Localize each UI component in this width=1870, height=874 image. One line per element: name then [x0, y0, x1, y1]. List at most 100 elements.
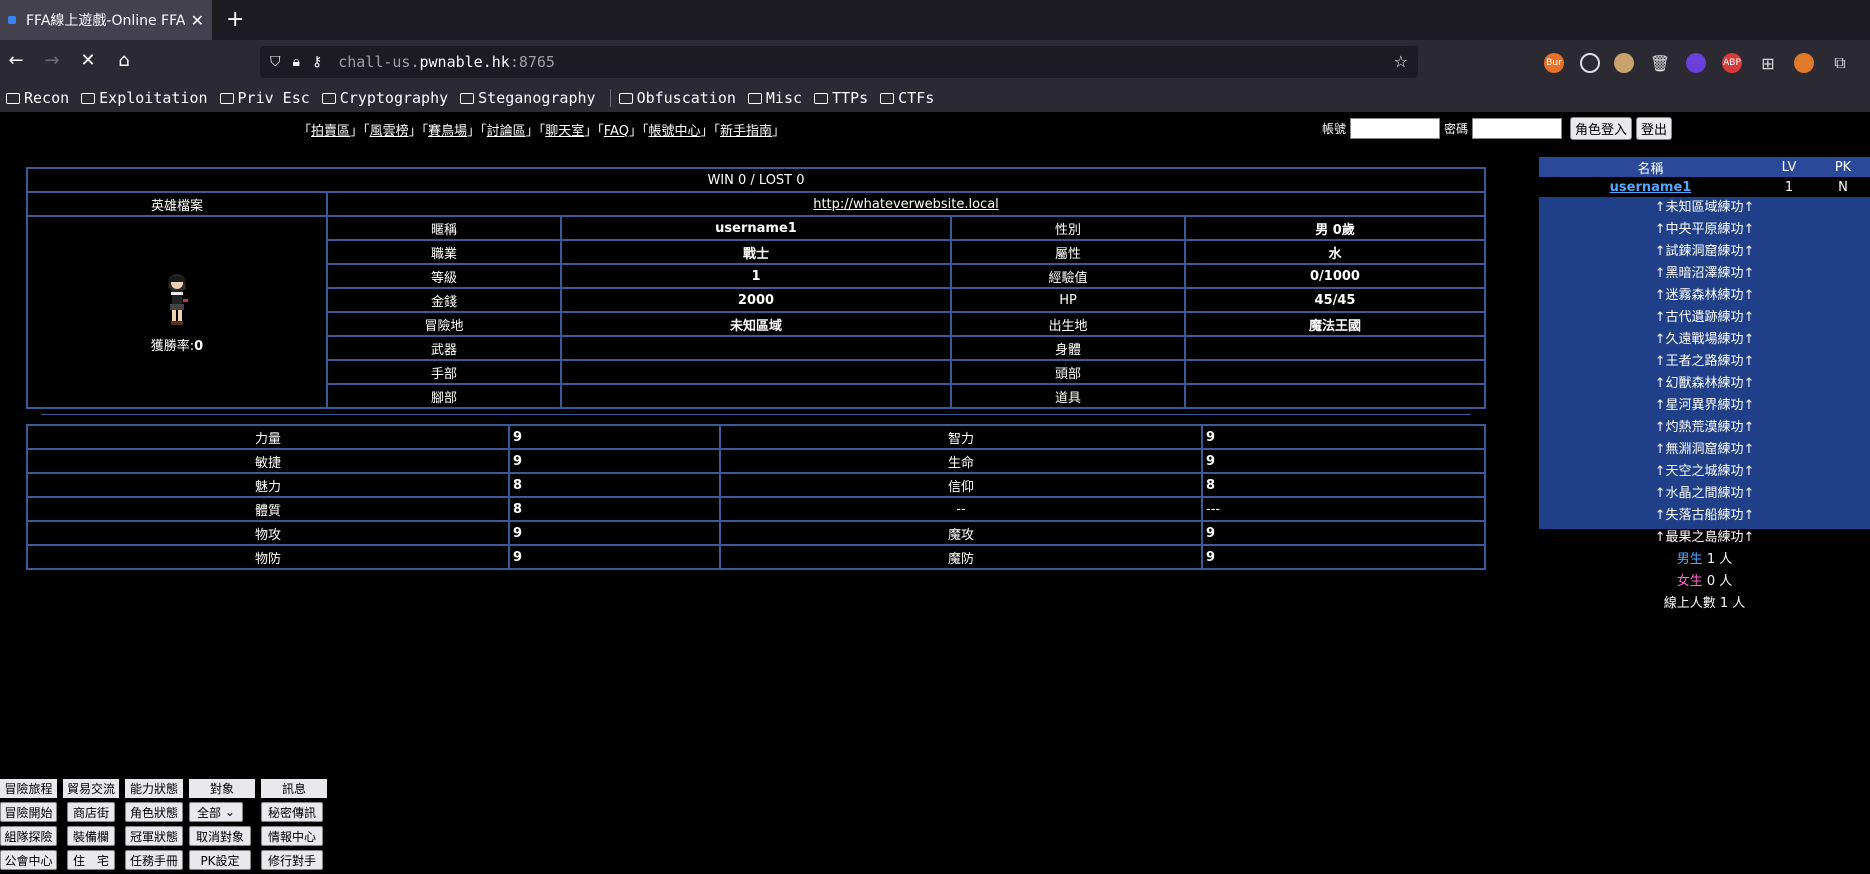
area-item[interactable]: ↑水晶之間練功↑ — [1539, 483, 1870, 505]
stat-label: 職業 — [326, 239, 562, 265]
attribute-label: 力量 — [26, 424, 510, 450]
win-rate-value: 0 — [194, 338, 204, 354]
stop-loading-icon[interactable]: ✕ — [76, 50, 100, 72]
url-text[interactable]: chall-us.pwnable.hk:8765 — [338, 53, 555, 71]
area-item[interactable]: ↑失落古船練功↑ — [1539, 505, 1870, 527]
forward-icon[interactable]: → — [40, 50, 64, 72]
start-adventure-button[interactable]: 冒險開始 — [0, 802, 57, 822]
home-icon[interactable]: ⌂ — [112, 50, 136, 72]
nav-link-account-center[interactable]: 帳號中心 — [648, 124, 700, 139]
bookmark-folder[interactable]: Cryptography — [321, 89, 448, 107]
avatar-cell: 獲勝率:0 — [26, 215, 328, 409]
tab-title: FFA線上遊戲-Online FFA — [26, 13, 185, 29]
trash-extension-icon[interactable]: 🗑︎ — [1650, 53, 1670, 73]
bookmark-folder[interactable]: Recon — [6, 89, 69, 107]
bookmark-folder[interactable]: Steganography — [460, 89, 596, 107]
stat-label: 暱稱 — [326, 215, 562, 241]
area-item[interactable]: ↑天空之城練功↑ — [1539, 461, 1870, 483]
bookmark-folder[interactable]: CTFs — [880, 89, 934, 107]
area-item[interactable]: ↑中央平原練功↑ — [1539, 219, 1870, 241]
nav-link-beginner-guide[interactable]: 新手指南 — [720, 124, 772, 139]
owl-extension-icon[interactable] — [1614, 53, 1634, 73]
shop-street-button[interactable]: 商店街 — [67, 802, 115, 822]
fox-extension-icon[interactable] — [1794, 53, 1814, 73]
cookie-extension-icon[interactable] — [1580, 53, 1600, 73]
bookmark-folder[interactable]: TTPs — [814, 89, 868, 107]
nav-link-chat[interactable]: 聊天室 — [545, 124, 584, 139]
cancel-target-button[interactable]: 取消對象 — [189, 826, 251, 846]
area-item[interactable]: ↑試鍊洞窟練功↑ — [1539, 241, 1870, 263]
nav-link-auction[interactable]: 拍賣區 — [311, 124, 350, 139]
folder-icon — [219, 92, 234, 104]
nav-link-bird-race[interactable]: 賽鳥場 — [428, 124, 467, 139]
info-center-button[interactable]: 情報中心 — [261, 826, 323, 846]
character-login-button[interactable]: 角色登入 — [1570, 117, 1633, 140]
attribute-value: --- — [1201, 496, 1486, 522]
browser-tab[interactable]: FFA線上遊戲-Online FFA ✕ — [0, 0, 212, 40]
nav-link-ranking[interactable]: 風雲榜 — [370, 124, 409, 139]
target-select[interactable]: 全部 ⌄ — [189, 802, 243, 822]
bookmark-folder[interactable]: Priv Esc — [219, 89, 310, 107]
stat-label: 道具 — [950, 383, 1186, 409]
bookmark-folder[interactable]: Obfuscation — [618, 89, 736, 107]
gem-extension-icon[interactable] — [1686, 53, 1706, 73]
pk-settings-button[interactable]: PK設定 — [189, 850, 251, 870]
attribute-label: 物防 — [26, 544, 510, 570]
puzzle-icon[interactable]: ⧉ — [1830, 53, 1850, 73]
area-item[interactable]: ↑星河異界練功↑ — [1539, 395, 1870, 417]
attribute-value: 8 — [508, 496, 721, 522]
attribute-label: 魔攻 — [719, 520, 1203, 546]
back-icon[interactable]: ← — [4, 50, 28, 72]
character-status-button[interactable]: 角色狀態 — [125, 802, 183, 822]
secret-message-button[interactable]: 秘密傳訊 — [261, 802, 323, 822]
party-adventure-button[interactable]: 組隊探險 — [0, 826, 57, 846]
new-tab-icon[interactable]: + — [226, 8, 244, 32]
bookmark-star-icon[interactable]: ☆ — [1394, 52, 1408, 71]
area-item[interactable]: ↑古代遺跡練功↑ — [1539, 307, 1870, 329]
area-item[interactable]: ↑黑暗沼澤練功↑ — [1539, 263, 1870, 285]
training-opponent-button[interactable]: 修行對手 — [261, 850, 323, 870]
stat-value: 水 — [1184, 239, 1486, 265]
area-item[interactable]: ↑最果之島練功↑ — [1539, 527, 1870, 549]
area-item[interactable]: ↑幻獸森林練功↑ — [1539, 373, 1870, 395]
stat-value — [1184, 335, 1486, 361]
website-link[interactable]: http://whateverwebsite.local — [813, 197, 999, 212]
attribute-label: 物攻 — [26, 520, 510, 546]
adblock-extension-icon[interactable]: ABP — [1722, 53, 1742, 73]
bookmark-folder[interactable]: Misc — [747, 89, 802, 107]
menu-header-message: 訊息 — [261, 779, 327, 798]
account-input[interactable] — [1350, 118, 1441, 139]
player-name-link[interactable]: username1 — [1610, 180, 1692, 195]
area-item[interactable]: ↑久遠戰場練功↑ — [1539, 329, 1870, 351]
nav-link-forum[interactable]: 討論區 — [487, 124, 526, 139]
folder-icon — [81, 92, 96, 104]
shield-icon[interactable]: ⛉ — [270, 54, 281, 70]
address-bar[interactable]: ⛉ 🔒︎ ⚷ chall-us.pwnable.hk:8765 ☆ — [260, 46, 1418, 78]
close-tab-icon[interactable]: ✕ — [191, 11, 204, 30]
password-input[interactable] — [1472, 118, 1563, 139]
nav-link-faq[interactable]: FAQ — [604, 124, 629, 139]
stat-value — [560, 335, 952, 361]
champion-status-button[interactable]: 冠軍狀態 — [125, 826, 183, 846]
equipment-button[interactable]: 裝備欄 — [67, 826, 115, 846]
attribute-label: 體質 — [26, 496, 510, 522]
area-item[interactable]: ↑未知區域練功↑ — [1539, 197, 1870, 219]
stat-value: 魔法王國 — [1184, 311, 1486, 337]
stat-label: 等級 — [326, 263, 562, 289]
bookmark-folder[interactable]: Exploitation — [81, 89, 208, 107]
logout-button[interactable]: 登出 — [1636, 117, 1673, 140]
extensions-icon[interactable]: ⊞ — [1758, 53, 1778, 73]
area-item[interactable]: ↑無淵洞窟練功↑ — [1539, 439, 1870, 461]
quest-manual-button[interactable]: 任務手冊 — [125, 850, 183, 870]
attribute-value: 9 — [508, 520, 721, 546]
burp-extension-icon[interactable]: Bur — [1544, 53, 1564, 73]
residence-button[interactable]: 住 宅 — [67, 850, 115, 870]
guild-center-button[interactable]: 公會中心 — [0, 850, 57, 870]
key-icon[interactable]: ⚷ — [312, 54, 322, 70]
area-item[interactable]: ↑迷霧森林練功↑ — [1539, 285, 1870, 307]
area-item[interactable]: ↑灼熱荒漠練功↑ — [1539, 417, 1870, 439]
col-name: 名稱 — [1637, 161, 1664, 177]
lock-icon[interactable]: 🔒︎ — [293, 54, 300, 70]
password-label: 密碼 — [1444, 122, 1469, 136]
area-item[interactable]: ↑王者之路練功↑ — [1539, 351, 1870, 373]
